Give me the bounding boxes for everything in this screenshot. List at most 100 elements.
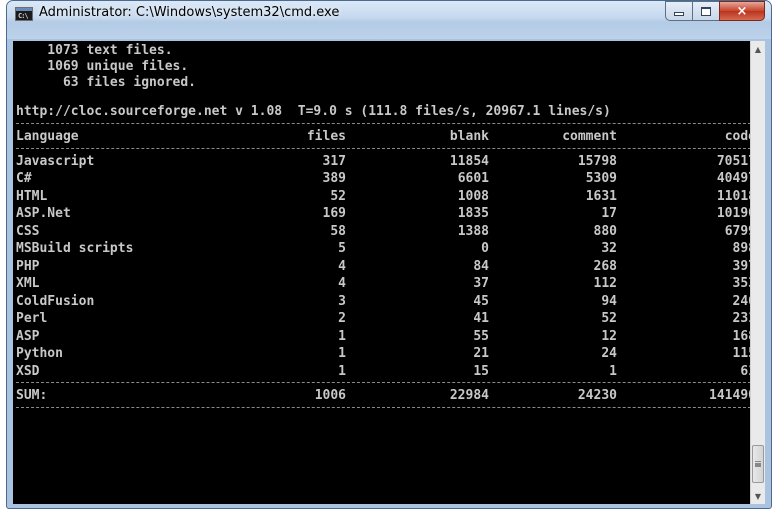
cell-code: 397 <box>732 258 756 274</box>
console-area[interactable]: 1073 text files. 1069 unique files. 63 f… <box>13 41 765 504</box>
cell-comment: 52 <box>601 311 617 326</box>
cell-language: HTML <box>16 188 48 204</box>
cell-language: ASP.Net <box>16 206 71 221</box>
cell-files: 1 <box>338 363 346 379</box>
table-row: Perl 2 41 52 231 <box>16 310 756 328</box>
column-header-files: files <box>306 129 346 144</box>
sum-row: SUM: 1006 22984 24230 141490 <box>16 387 756 405</box>
cell-comment: 24 <box>601 346 617 361</box>
cell-comment: 880 <box>593 223 617 239</box>
table-row: PHP 4 84 268 397 <box>16 258 756 276</box>
cell-language: XML <box>16 276 40 291</box>
column-header-code: code <box>724 129 756 144</box>
minimize-button[interactable] <box>665 1 692 21</box>
close-button[interactable]: × <box>719 1 765 21</box>
cell-files: 58 <box>330 223 346 239</box>
table-row: XSD 1 15 1 61 <box>16 363 756 381</box>
cell-files: 2 <box>338 311 346 326</box>
window-title: Administrator: C:\Windows\system32\cmd.e… <box>39 5 340 20</box>
cell-blank: 55 <box>473 328 489 344</box>
cell-blank: 6601 <box>457 171 489 186</box>
cell-language: ASP <box>16 328 40 344</box>
maximize-icon <box>701 6 711 16</box>
cell-blank: 37 <box>473 276 489 291</box>
cell-code: 231 <box>732 311 756 326</box>
cell-files: 389 <box>322 171 346 186</box>
sum-comment: 24230 <box>577 388 617 403</box>
maximize-button[interactable] <box>692 1 719 21</box>
cell-comment: 15798 <box>577 153 617 169</box>
cell-comment: 268 <box>593 258 617 274</box>
table-row: HTML 52 1008 1631 11018 <box>16 188 756 206</box>
title-bar[interactable]: C:\ Administrator: C:\Windows\system32\c… <box>7 1 771 39</box>
table-row: MSBuild scripts 5 0 32 898 <box>16 240 756 258</box>
cell-blank: 11854 <box>449 153 489 169</box>
table-header: Language files blank comment code <box>16 128 756 146</box>
cell-code: 11018 <box>716 188 756 204</box>
cell-blank: 0 <box>481 241 489 256</box>
table-row: Python 1 21 24 115 <box>16 345 756 363</box>
console-output: 1073 text files. 1069 unique files. 63 f… <box>16 43 756 412</box>
cell-code: 898 <box>732 241 756 256</box>
table-row: ASP 1 55 12 168 <box>16 328 756 346</box>
table-body: Javascript 317 11854 15798 70517 C# 389 6601 530… <box>16 153 756 381</box>
cell-code: 115 <box>732 346 756 361</box>
cell-comment: 32 <box>601 241 617 256</box>
cell-blank: 84 <box>473 258 489 274</box>
cell-files: 169 <box>322 206 346 221</box>
cmd-icon[interactable]: C:\ <box>15 7 33 21</box>
cell-code: 246 <box>732 293 756 309</box>
sum-files: 1006 <box>314 388 346 403</box>
cell-language: XSD <box>16 363 40 379</box>
table-row: CSS 58 1388 880 6799 <box>16 223 756 241</box>
table-row: ColdFusion 3 45 94 246 <box>16 293 756 311</box>
cell-files: 5 <box>338 241 346 256</box>
sum-blank: 22984 <box>449 388 489 403</box>
cell-comment: 1631 <box>585 188 617 204</box>
cmd-window: C:\ Administrator: C:\Windows\system32\c… <box>6 0 772 509</box>
summary-text-files: 1073 text files. <box>16 43 173 58</box>
cell-comment: 5309 <box>585 171 617 186</box>
cell-files: 4 <box>338 258 346 274</box>
table-row: Javascript 317 11854 15798 70517 <box>16 153 756 171</box>
grip-icon <box>755 461 761 463</box>
cell-language: ColdFusion <box>16 293 95 309</box>
table-row: ASP.Net 169 1835 17 10190 <box>16 205 756 223</box>
column-header-blank: blank <box>449 129 489 144</box>
cell-blank: 45 <box>473 293 489 309</box>
cell-code: 10190 <box>716 206 756 221</box>
sum-code: 141490 <box>709 388 756 403</box>
cell-code: 6799 <box>724 223 756 239</box>
cell-code: 168 <box>732 328 756 344</box>
cell-comment: 94 <box>601 293 617 309</box>
scrollbar-thumb[interactable] <box>752 445 764 483</box>
separator <box>16 406 756 412</box>
cell-blank: 41 <box>473 311 489 326</box>
caption-buttons: × <box>665 1 765 23</box>
cell-language: MSBuild scripts <box>16 241 134 256</box>
sum-label: SUM: <box>16 388 48 403</box>
cell-comment: 1 <box>609 363 617 379</box>
cell-comment: 17 <box>601 206 617 221</box>
scroll-down-icon[interactable]: ▼ <box>751 488 765 504</box>
cell-files: 1 <box>338 328 346 344</box>
cell-files: 3 <box>338 293 346 309</box>
summary-unique-files: 1069 unique files. <box>16 59 189 74</box>
cell-language: Javascript <box>16 153 95 169</box>
cell-code: 70517 <box>716 153 756 169</box>
table-row: XML 4 37 112 353 <box>16 275 756 293</box>
cell-blank: 1388 <box>457 223 489 239</box>
cell-files: 317 <box>322 153 346 169</box>
cell-language: Python <box>16 346 63 361</box>
close-icon: × <box>736 3 748 19</box>
cell-code: 61 <box>740 363 756 379</box>
cell-language: PHP <box>16 258 40 274</box>
cell-language: Perl <box>16 311 48 326</box>
cell-blank: 1008 <box>457 188 489 204</box>
scroll-up-icon[interactable]: ▲ <box>751 41 765 57</box>
cell-comment: 12 <box>601 328 617 344</box>
vertical-scrollbar[interactable]: ▲ ▼ <box>750 41 765 504</box>
cell-blank: 21 <box>473 346 489 361</box>
column-header-language: Language <box>16 129 79 144</box>
